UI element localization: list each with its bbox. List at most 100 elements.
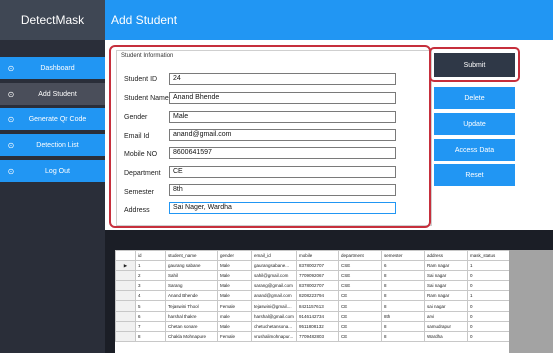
- table-row[interactable]: 4 Anand Bhende Male anand@gmail.com 82082237…: [115, 290, 510, 302]
- table-cell[interactable]: Sai nagar: [424, 280, 468, 292]
- table-cell[interactable]: 9511808132: [296, 320, 339, 332]
- sidebar-item-add-student[interactable]: ⊙ Add Student: [0, 83, 105, 105]
- table-cell[interactable]: harshal@gmail.com: [251, 310, 297, 322]
- update-button[interactable]: Update: [434, 113, 515, 135]
- table-cell[interactable]: Tejaswini Thool: [165, 300, 218, 312]
- table-cell[interactable]: 7709482803: [296, 330, 339, 342]
- table-cell[interactable]: sarang@gmail.com: [251, 280, 297, 292]
- table-row[interactable]: 6 harshal thakre male harshal@gmail.com 9146…: [115, 310, 510, 322]
- table-cell[interactable]: sahil@gmail.com: [251, 270, 297, 282]
- table-cell[interactable]: Sarang: [165, 280, 218, 292]
- column-header[interactable]: gender: [217, 249, 252, 262]
- row-header[interactable]: ▶: [115, 260, 136, 272]
- table-cell[interactable]: 8: [381, 330, 425, 342]
- column-header[interactable]: address: [424, 249, 468, 262]
- table-cell[interactable]: CE: [338, 290, 382, 302]
- table-cell[interactable]: 1: [467, 260, 510, 272]
- table-cell[interactable]: male: [217, 310, 252, 322]
- table-cell[interactable]: Sai nagar: [424, 270, 468, 282]
- row-header[interactable]: [115, 280, 136, 292]
- table-cell[interactable]: samudrapur: [424, 320, 468, 332]
- table-cell[interactable]: 1: [135, 260, 166, 272]
- student-name-input[interactable]: Anand Bhende: [169, 92, 396, 104]
- sidebar-item-detection-list[interactable]: ⊙ Detection List: [0, 134, 105, 156]
- sidebar-item-dashboard[interactable]: ⊙ Dashboard: [0, 57, 105, 79]
- table-cell[interactable]: 0: [467, 280, 510, 292]
- table-cell[interactable]: 6: [135, 310, 166, 322]
- table-cell[interactable]: 4: [135, 290, 166, 302]
- table-cell[interactable]: 9146142734: [296, 310, 339, 322]
- table-cell[interactable]: harshal thakre: [165, 310, 218, 322]
- sidebar-item-log-out[interactable]: ⊙ Log Out: [0, 160, 105, 182]
- email-input[interactable]: anand@gmail.com: [169, 129, 396, 141]
- table-cell[interactable]: CSE: [338, 260, 382, 272]
- column-header[interactable]: department: [338, 249, 382, 262]
- row-header[interactable]: [115, 320, 136, 332]
- submit-button[interactable]: Submit: [434, 53, 515, 77]
- table-cell[interactable]: sai nagar: [424, 300, 468, 312]
- table-cell[interactable]: 8: [381, 300, 425, 312]
- sidebar-item-generate-qr-code[interactable]: ⊙ Generate Qr Code: [0, 108, 105, 130]
- access-data-button[interactable]: Access Data: [434, 139, 515, 161]
- column-header[interactable]: email_id: [251, 249, 297, 262]
- table-cell[interactable]: chetuchetansona...: [251, 320, 297, 332]
- table-cell[interactable]: 3: [135, 280, 166, 292]
- table-cell[interactable]: CE: [338, 300, 382, 312]
- table-cell[interactable]: anand@gmail.com: [251, 290, 297, 302]
- table-row[interactable]: 7 Chetan sonare Male chetuchetansona... 9511…: [115, 320, 510, 332]
- row-header[interactable]: [115, 300, 136, 312]
- mobile-input[interactable]: 8600641597: [169, 147, 396, 159]
- table-cell[interactable]: Male: [217, 260, 252, 272]
- column-header[interactable]: id: [135, 249, 166, 262]
- table-cell[interactable]: 7709092067: [296, 270, 339, 282]
- table-cell[interactable]: Chetan sonare: [165, 320, 218, 332]
- table-cell[interactable]: 0: [467, 320, 510, 332]
- table-cell[interactable]: Male: [217, 280, 252, 292]
- column-header[interactable]: semester: [381, 249, 425, 262]
- column-header[interactable]: mask_status: [467, 249, 510, 262]
- table-cell[interactable]: 8: [381, 280, 425, 292]
- table-cell[interactable]: Sahil: [165, 270, 218, 282]
- table-cell[interactable]: 1: [467, 290, 510, 302]
- table-cell[interactable]: 8: [381, 270, 425, 282]
- gender-input[interactable]: Male: [169, 111, 396, 123]
- table-cell[interactable]: Female: [217, 300, 252, 312]
- table-cell[interactable]: CSE: [338, 270, 382, 282]
- table-cell[interactable]: 0: [467, 300, 510, 312]
- row-header[interactable]: [115, 290, 136, 302]
- table-cell[interactable]: 2: [135, 270, 166, 282]
- student-data-grid[interactable]: id student_name gender email_id mobile d…: [115, 249, 510, 353]
- table-cell[interactable]: CE: [338, 320, 382, 332]
- table-cell[interactable]: arvi: [424, 310, 468, 322]
- table-cell[interactable]: vrushalimohnapur...: [251, 330, 297, 342]
- table-cell[interactable]: 0: [467, 270, 510, 282]
- table-cell[interactable]: 8: [381, 290, 425, 302]
- table-cell[interactable]: gaurang sabane: [165, 260, 218, 272]
- table-cell[interactable]: 8378002707: [296, 280, 339, 292]
- table-row[interactable]: 5 Tejaswini Thool Female tejaswini@gmail...…: [115, 300, 510, 312]
- table-row[interactable]: ▶ 1 gaurang sabane Male gaurangsabane... 8378…: [115, 260, 510, 272]
- table-cell[interactable]: gaurangsabane...: [251, 260, 297, 272]
- table-row[interactable]: 2 Sahil Male sahil@gmail.com 7709092067 CSE 8 S…: [115, 270, 510, 282]
- table-cell[interactable]: 7: [135, 320, 166, 332]
- table-cell[interactable]: 6: [381, 260, 425, 272]
- table-cell[interactable]: Wardha: [424, 330, 468, 342]
- table-cell[interactable]: 8208223794: [296, 290, 339, 302]
- table-cell[interactable]: 8378002707: [296, 260, 339, 272]
- table-cell[interactable]: Male: [217, 270, 252, 282]
- table-cell[interactable]: Ram nagar: [424, 260, 468, 272]
- delete-button[interactable]: Delete: [434, 87, 515, 109]
- address-input[interactable]: Sai Nager, Wardha: [169, 202, 396, 214]
- table-cell[interactable]: 8: [381, 320, 425, 332]
- table-row[interactable]: 3 Sarang Male sarang@gmail.com 8378002707 CSE…: [115, 280, 510, 292]
- student-id-input[interactable]: 24: [169, 73, 396, 85]
- table-cell[interactable]: 5: [135, 300, 166, 312]
- table-cell[interactable]: Chakla Mohnapure: [165, 330, 218, 342]
- row-header[interactable]: [115, 310, 136, 322]
- table-cell[interactable]: Ram nagar: [424, 290, 468, 302]
- row-header[interactable]: [115, 270, 136, 282]
- table-cell[interactable]: Female: [217, 330, 252, 342]
- table-cell[interactable]: CSE: [338, 280, 382, 292]
- table-cell[interactable]: 0: [467, 330, 510, 342]
- column-header[interactable]: student_name: [165, 249, 218, 262]
